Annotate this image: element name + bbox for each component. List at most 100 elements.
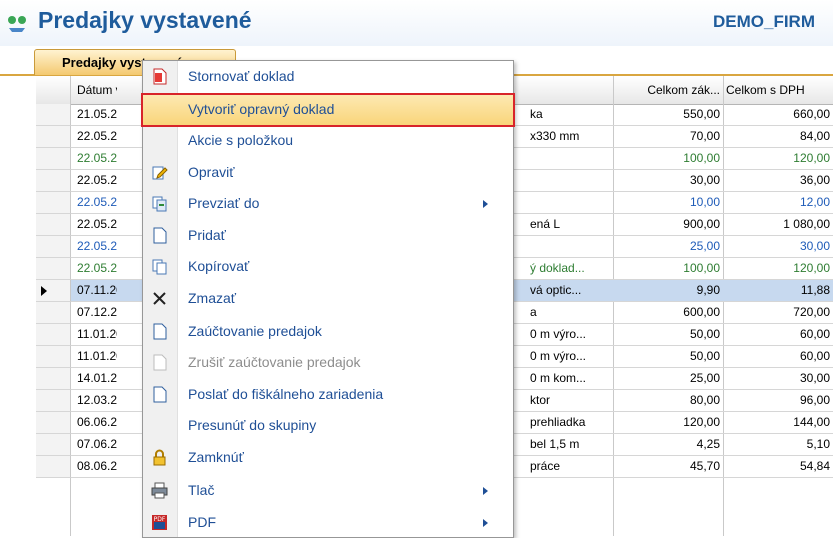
new-document-icon bbox=[151, 227, 168, 244]
lock-icon bbox=[151, 449, 168, 466]
row-selector[interactable] bbox=[36, 346, 71, 368]
menu-item-stornovat-doklad[interactable]: Stornovať doklad bbox=[143, 62, 513, 92]
cell-total-vat: 96,00 bbox=[799, 393, 830, 407]
cell-total-vat: 30,00 bbox=[799, 239, 830, 253]
row-selector[interactable] bbox=[36, 258, 71, 280]
cell-description: 0 m výro... bbox=[530, 327, 587, 341]
cell-total-vat: 5,10 bbox=[806, 437, 830, 451]
document-icon bbox=[151, 386, 168, 403]
cell-total: 25,00 bbox=[689, 371, 720, 385]
menu-item-label: Zmazať bbox=[188, 290, 237, 306]
row-selector[interactable] bbox=[36, 170, 71, 192]
menu-item-label: Zamknúť bbox=[188, 449, 244, 465]
cell-description: vá optic... bbox=[530, 283, 582, 297]
menu-item-label: Tlač bbox=[188, 482, 215, 498]
row-selector[interactable] bbox=[36, 302, 71, 324]
menu-item-label: Stornovať doklad bbox=[188, 68, 295, 84]
cell-total-vat: 30,00 bbox=[799, 371, 830, 385]
app-icon bbox=[8, 16, 26, 32]
menu-item-pridat[interactable]: Pridať bbox=[143, 221, 513, 251]
menu-item-label: Opraviť bbox=[188, 164, 235, 180]
document-icon bbox=[151, 323, 168, 340]
cell-total: 10,00 bbox=[689, 195, 720, 209]
title-bar: Predajky vystavené DEMO_FIRM bbox=[0, 0, 833, 46]
row-selector[interactable] bbox=[36, 456, 71, 478]
cell-total: 120,00 bbox=[683, 415, 720, 429]
pdf-icon: PDF bbox=[151, 514, 168, 531]
menu-item-label: Vytvoriť opravný doklad bbox=[188, 101, 335, 117]
cell-total: 100,00 bbox=[683, 151, 720, 165]
cell-total: 50,00 bbox=[689, 349, 720, 363]
cell-total: 600,00 bbox=[683, 305, 720, 319]
column-header-total[interactable]: Celkom zák... bbox=[616, 83, 720, 97]
cell-date: 07.12.201 bbox=[77, 305, 117, 319]
menu-item-label: Pridať bbox=[188, 227, 226, 243]
menu-item-presunut-do-skupiny[interactable]: Presunúť do skupiny bbox=[143, 411, 513, 441]
cell-description: x330 mm bbox=[530, 129, 580, 143]
row-selector[interactable] bbox=[36, 324, 71, 346]
menu-item-zamknut[interactable]: Zamknúť bbox=[143, 443, 513, 473]
column-header-date[interactable]: Dátum vy bbox=[77, 83, 117, 97]
row-selector[interactable] bbox=[36, 412, 71, 434]
printer-icon bbox=[151, 482, 168, 499]
cell-total: 25,00 bbox=[689, 239, 720, 253]
menu-item-label: Presunúť do skupiny bbox=[188, 417, 317, 433]
cell-date: 22.05.201 bbox=[77, 261, 117, 275]
menu-item-zmazat[interactable]: Zmazať bbox=[143, 284, 513, 314]
row-selector[interactable] bbox=[36, 236, 71, 258]
menu-item-label: Poslať do fiškálneho zariadenia bbox=[188, 386, 384, 402]
menu-item-poslat-do-fiskalneho-zariadenia[interactable]: Poslať do fiškálneho zariadenia bbox=[143, 380, 513, 410]
cell-total: 100,00 bbox=[683, 261, 720, 275]
cell-description: práce bbox=[530, 459, 561, 473]
cell-total-vat: 660,00 bbox=[793, 107, 830, 121]
column-header-total-vat[interactable]: Celkom s DPH bbox=[726, 83, 830, 97]
menu-item-prevziat-do[interactable]: Prevziať do bbox=[143, 189, 513, 219]
cell-date: 07.06.201 bbox=[77, 437, 117, 451]
cell-date: 11.01.201 bbox=[77, 327, 117, 341]
cell-description: ená L bbox=[530, 217, 561, 231]
cell-description: ka bbox=[530, 107, 543, 121]
menu-item-kopirovat[interactable]: Kopírovať bbox=[143, 252, 513, 282]
cell-total: 900,00 bbox=[683, 217, 720, 231]
row-selector[interactable] bbox=[36, 126, 71, 148]
menu-item-vytvorit-opravny-doklad[interactable]: Vytvoriť opravný doklad bbox=[141, 93, 515, 127]
cell-description: ý doklad... bbox=[530, 261, 585, 275]
row-selector[interactable] bbox=[36, 192, 71, 214]
cell-total: 4,25 bbox=[696, 437, 720, 451]
cell-date: 12.03.201 bbox=[77, 393, 117, 407]
cell-description: bel 1,5 m bbox=[530, 437, 580, 451]
menu-item-akcie-s-polozkou[interactable]: Akcie s položkou bbox=[143, 126, 513, 156]
submenu-arrow-icon bbox=[483, 200, 488, 208]
cell-total: 45,70 bbox=[689, 459, 720, 473]
cell-date: 22.05.201 bbox=[77, 239, 117, 253]
menu-item-opravit[interactable]: Opraviť bbox=[143, 158, 513, 188]
menu-item-label: Zrušiť zaúčtovanie predajok bbox=[188, 354, 361, 370]
row-selector[interactable] bbox=[36, 368, 71, 390]
cell-date: 11.01.201 bbox=[77, 349, 117, 363]
row-selector[interactable] bbox=[36, 280, 71, 302]
transfer-icon bbox=[151, 195, 168, 212]
document-red-icon bbox=[151, 68, 168, 85]
row-selector[interactable] bbox=[36, 104, 71, 126]
menu-item-zauctovanie-predajok[interactable]: Zaúčtovanie predajok bbox=[143, 317, 513, 347]
cell-total: 50,00 bbox=[689, 327, 720, 341]
cell-total-vat: 720,00 bbox=[793, 305, 830, 319]
menu-item-tlac[interactable]: Tlač bbox=[143, 476, 513, 506]
copy-icon bbox=[151, 258, 168, 275]
cell-date: 22.05.201 bbox=[77, 217, 117, 231]
row-selector[interactable] bbox=[36, 148, 71, 170]
menu-item-label: Prevziať do bbox=[188, 195, 260, 211]
row-selector[interactable] bbox=[36, 390, 71, 412]
menu-item-pdf[interactable]: PDF PDF bbox=[143, 508, 513, 538]
menu-item-label: Kopírovať bbox=[188, 258, 250, 274]
company-name: DEMO_FIRM bbox=[713, 12, 815, 31]
cell-total: 9,90 bbox=[696, 283, 720, 297]
svg-text:PDF: PDF bbox=[154, 516, 166, 523]
row-selector[interactable] bbox=[36, 434, 71, 456]
menu-item-label: Zaúčtovanie predajok bbox=[188, 323, 322, 339]
current-row-pointer-icon bbox=[41, 286, 47, 296]
context-menu: Stornovať doklad Vytvoriť opravný doklad A… bbox=[141, 60, 515, 538]
cell-total: 30,00 bbox=[689, 173, 720, 187]
cell-description: a bbox=[530, 305, 537, 319]
row-selector[interactable] bbox=[36, 214, 71, 236]
